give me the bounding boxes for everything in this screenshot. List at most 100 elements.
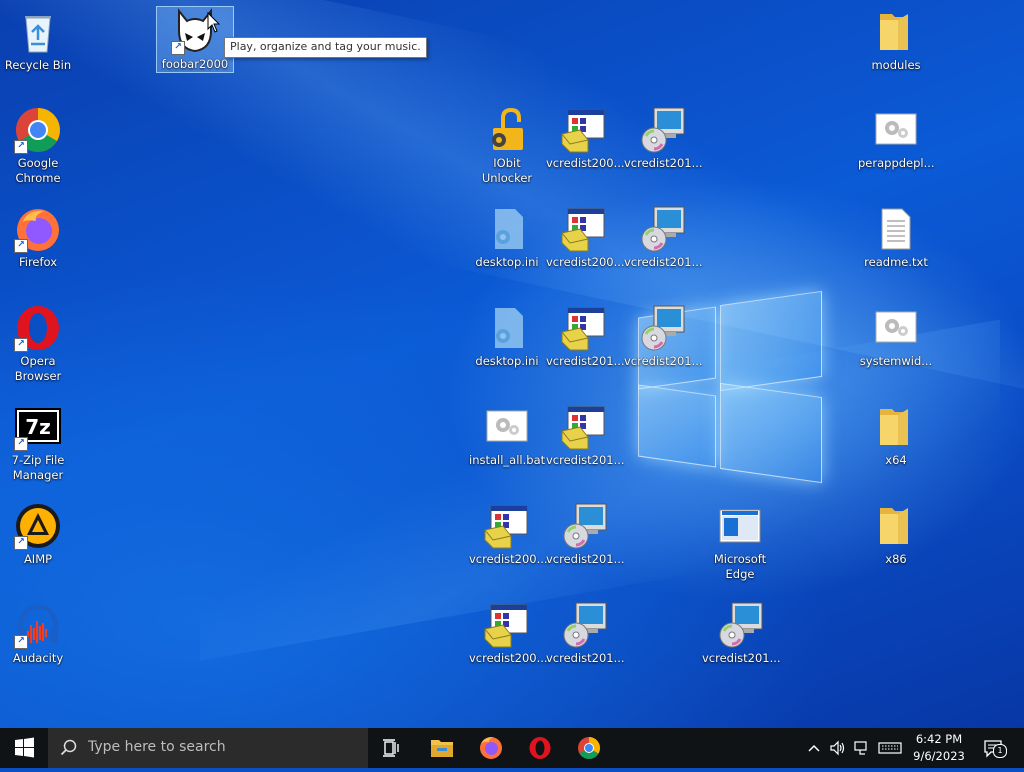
desktop-icon-microsoft-edge[interactable]: Microsoft Edge bbox=[702, 502, 778, 582]
mouse-cursor-icon bbox=[207, 11, 221, 38]
desktop-icon-firefox[interactable]: ↗ Firefox bbox=[0, 205, 76, 270]
desktop-icon-vcredist[interactable]: vcredist201... bbox=[546, 502, 625, 567]
shortcut-arrow-icon: ↗ bbox=[14, 437, 28, 451]
desktop-icon-aimp[interactable]: ↗ AIMP bbox=[0, 502, 76, 567]
desktop-icon-vcredist[interactable]: vcredist201... bbox=[546, 601, 625, 666]
shortcut-arrow-icon: ↗ bbox=[14, 635, 28, 649]
clock-time: 6:42 PM bbox=[915, 732, 963, 746]
firefox-icon: ↗ bbox=[14, 205, 62, 253]
desktop-icon-label: vcredist201... bbox=[546, 453, 625, 467]
desktop-icon-label: x86 bbox=[885, 552, 907, 566]
desktop-icon-iobit-unlocker[interactable]: IObit Unlocker bbox=[469, 106, 545, 186]
desktop-icon-label: Opera Browser bbox=[14, 354, 62, 383]
installer-icon bbox=[560, 304, 608, 352]
desktop-icon-label: 7-Zip File Manager bbox=[11, 453, 65, 482]
folder-icon bbox=[431, 740, 453, 757]
desktop-icon-desktop-ini-1[interactable]: desktop.ini bbox=[469, 205, 545, 270]
audacity-icon: ↗ bbox=[14, 601, 62, 649]
search-box[interactable]: Type here to search bbox=[48, 728, 368, 768]
desktop-icon-label: Audacity bbox=[12, 651, 64, 665]
notification-count-badge: 1 bbox=[993, 744, 1007, 758]
desktop-icon-vcredist[interactable]: vcredist200... bbox=[546, 106, 625, 171]
desktop-icon-vcredist[interactable]: vcredist200... bbox=[546, 205, 625, 270]
desktop-icon-x86-folder[interactable]: x86 bbox=[858, 502, 934, 567]
7zip-icon: 7z ↗ bbox=[14, 403, 62, 451]
recycle-bin-icon bbox=[14, 8, 62, 56]
chrome-taskbar-button[interactable] bbox=[565, 728, 613, 768]
desktop-icon-7zip[interactable]: 7z ↗ 7-Zip File Manager bbox=[0, 403, 76, 483]
start-button[interactable] bbox=[0, 728, 48, 768]
desktop-icon-vcredist[interactable]: vcredist200... bbox=[469, 502, 548, 567]
shortcut-arrow-icon: ↗ bbox=[14, 239, 28, 253]
desktop-icon-modules-folder[interactable]: modules bbox=[858, 8, 934, 73]
volume-icon[interactable] bbox=[828, 738, 848, 758]
desktop-icon-label: modules bbox=[871, 58, 921, 72]
desktop-icon-label: systemwid... bbox=[859, 354, 933, 368]
desktop-icon-google-chrome[interactable]: ↗ Google Chrome bbox=[0, 106, 76, 186]
desktop-icon-label: vcredist201... bbox=[624, 156, 703, 170]
chrome-icon: ↗ bbox=[14, 106, 62, 154]
desktop-icon-label: Recycle Bin bbox=[4, 58, 72, 72]
opera-taskbar-button[interactable] bbox=[516, 728, 564, 768]
installer-icon bbox=[560, 205, 608, 253]
iobit-unlocker-icon bbox=[483, 106, 531, 154]
desktop-icon-label: vcredist201... bbox=[546, 552, 625, 566]
installer-icon bbox=[483, 601, 531, 649]
desktop-icon-vcredist[interactable]: vcredist201... bbox=[624, 304, 703, 369]
desktop-icon-x64-folder[interactable]: x64 bbox=[858, 403, 934, 468]
network-icon[interactable] bbox=[852, 738, 872, 758]
search-icon bbox=[60, 739, 77, 756]
clock[interactable]: 6:42 PM 9/6/2023 bbox=[900, 731, 978, 765]
desktop-icon-label: Firefox bbox=[18, 255, 58, 269]
desktop-icon-label: vcredist201... bbox=[624, 255, 703, 269]
desktop-icon-vcredist[interactable]: vcredist201... bbox=[546, 304, 625, 369]
desktop-icon-foobar2000[interactable]: ↗ foobar2000 bbox=[156, 6, 234, 73]
folder-icon bbox=[872, 403, 920, 451]
desktop-icon-install-all-bat[interactable]: install_all.bat bbox=[469, 403, 545, 468]
desktop-icon-recycle-bin[interactable]: Recycle Bin bbox=[0, 8, 76, 73]
desktop-icon-vcredist[interactable]: vcredist201... bbox=[624, 205, 703, 270]
keyboard-icon[interactable] bbox=[878, 738, 902, 758]
desktop-icon-label: desktop.ini bbox=[475, 354, 539, 368]
desktop-icon-systemwid[interactable]: systemwid... bbox=[858, 304, 934, 369]
settings-file-icon bbox=[872, 106, 920, 154]
installer-disc-icon bbox=[638, 304, 686, 352]
show-hidden-icons-chevron-icon[interactable] bbox=[804, 738, 824, 758]
desktop-icon-label: vcredist200... bbox=[546, 255, 625, 269]
settings-file-icon bbox=[483, 304, 531, 352]
desktop-icon-perappdepl[interactable]: perappdepl... bbox=[858, 106, 935, 171]
task-view-icon bbox=[383, 739, 399, 757]
firefox-taskbar-button[interactable] bbox=[467, 728, 515, 768]
desktop-icon-label: x64 bbox=[885, 453, 907, 467]
folder-icon bbox=[872, 8, 920, 56]
windows-logo-icon bbox=[15, 737, 34, 758]
desktop-icon-label: vcredist201... bbox=[702, 651, 781, 665]
installer-disc-icon bbox=[560, 502, 608, 550]
desktop-icon-audacity[interactable]: ↗ Audacity bbox=[0, 601, 76, 666]
desktop-icon-label: AIMP bbox=[23, 552, 53, 566]
notification-center-button[interactable]: 1 bbox=[982, 738, 1007, 758]
desktop-icon-label: vcredist200... bbox=[469, 651, 548, 665]
desktop-icon-desktop-ini-2[interactable]: desktop.ini bbox=[469, 304, 545, 369]
desktop-icon-opera[interactable]: ↗ Opera Browser bbox=[0, 304, 76, 384]
text-file-icon bbox=[872, 205, 920, 253]
taskbar: Type here to search 6:42 PM 9/6/2023 1 bbox=[0, 728, 1024, 768]
desktop-icon-vcredist[interactable]: vcredist200... bbox=[469, 601, 548, 666]
desktop-icon-label: readme.txt bbox=[864, 255, 928, 269]
installer-disc-icon bbox=[638, 106, 686, 154]
desktop-icon-vcredist[interactable]: vcredist201... bbox=[624, 106, 703, 171]
desktop-icon-vcredist[interactable]: vcredist201... bbox=[546, 403, 625, 468]
shortcut-arrow-icon: ↗ bbox=[14, 338, 28, 352]
settings-file-icon bbox=[483, 205, 531, 253]
desktop-icon-label: vcredist201... bbox=[546, 354, 625, 368]
task-view-button[interactable] bbox=[368, 728, 416, 768]
installer-icon bbox=[560, 403, 608, 451]
installer-disc-icon bbox=[638, 205, 686, 253]
desktop[interactable]: Recycle Bin ↗ Google Chrome ↗ Firefox ↗ … bbox=[0, 0, 1024, 728]
opera-icon bbox=[529, 737, 551, 759]
desktop-icon-vcredist[interactable]: vcredist201... bbox=[702, 601, 781, 666]
file-explorer-taskbar-button[interactable] bbox=[418, 728, 466, 768]
chrome-icon bbox=[578, 737, 600, 759]
desktop-icon-readme-txt[interactable]: readme.txt bbox=[858, 205, 934, 270]
desktop-icon-label: IObit Unlocker bbox=[481, 156, 533, 185]
